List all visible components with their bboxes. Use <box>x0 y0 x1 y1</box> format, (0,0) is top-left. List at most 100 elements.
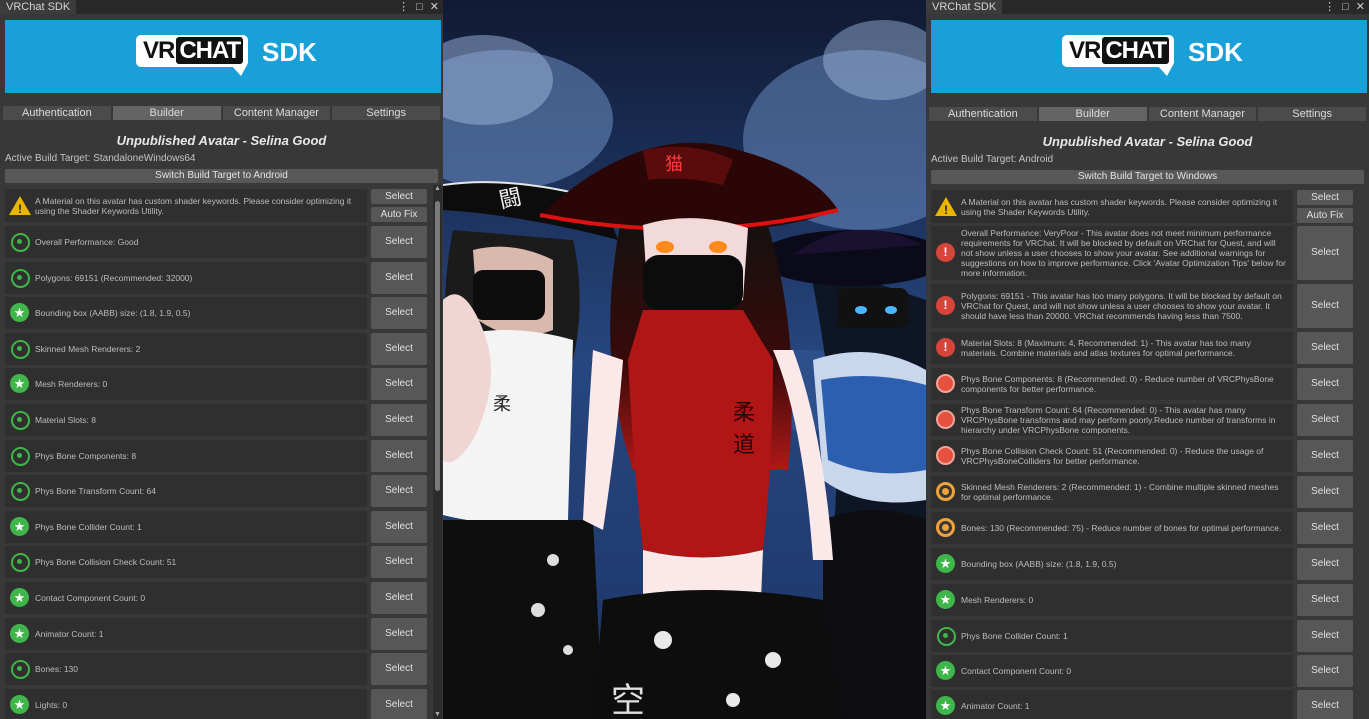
validation-row: ! Overall Performance: VeryPoor - This a… <box>931 226 1293 280</box>
warning-icon: ! <box>931 196 961 217</box>
validation-text: Phys Bone Transform Count: 64 <box>35 486 156 497</box>
avatar-title: Unpublished Avatar - Selina Good <box>1042 134 1253 149</box>
select-button[interactable]: Select <box>1297 404 1353 436</box>
validation-row: Phys Bone Collision Check Count: 51 (Rec… <box>931 440 1293 472</box>
auto-fix-button[interactable]: Auto Fix <box>1297 208 1353 223</box>
switch-build-target-button[interactable]: Switch Build Target to Android <box>5 169 438 183</box>
validation-row: Phys Bone Components: 8 (Recommended: 0)… <box>931 368 1293 400</box>
good-performance-icon <box>5 481 35 502</box>
select-button[interactable]: Select <box>1297 512 1353 544</box>
select-button[interactable]: Select <box>371 368 427 401</box>
select-button[interactable]: Select <box>1297 655 1353 687</box>
select-button[interactable]: Select <box>371 475 427 508</box>
sdk-banner: VR CHAT SDK <box>5 20 441 93</box>
validation-text: Overall Performance: VeryPoor - This ava… <box>961 228 1286 278</box>
validation-row: ★ Contact Component Count: 0 <box>931 655 1293 687</box>
kebab-menu-icon[interactable]: ⋮ <box>1324 1 1335 13</box>
validation-text: Material Slots: 8 <box>35 415 96 425</box>
logo-sdk: SDK <box>262 37 317 67</box>
nav-tabs: Authentication Builder Content Manager S… <box>929 107 1366 121</box>
switch-build-target-button[interactable]: Switch Build Target to Windows <box>931 170 1364 184</box>
left-shirt-glyph: 柔 <box>493 394 511 415</box>
validation-text: Animator Count: 1 <box>35 628 104 639</box>
sdk-panel-right: VRChat SDK ⋮ □ ✕ VR CHAT SDK Authentication… <box>926 0 1369 719</box>
validation-text: Mesh Renderers: 0 <box>35 379 108 390</box>
center-shirt-glyph-1: 柔 <box>733 401 755 426</box>
close-icon[interactable]: ✕ <box>430 1 439 13</box>
maximize-icon[interactable]: □ <box>1342 1 1349 13</box>
scrollbar[interactable]: ▲ ▼ <box>433 185 442 719</box>
tab-content-manager[interactable]: Content Manager <box>222 106 331 120</box>
validation-row: ★ Animator Count: 1 <box>5 617 367 650</box>
select-button[interactable]: Select <box>1297 476 1353 508</box>
poor-performance-icon <box>931 374 961 394</box>
excellent-performance-icon: ★ <box>931 661 961 681</box>
validation-row: ★ Bounding box (AABB) size: (1.8, 1.9, 0… <box>5 297 367 330</box>
select-button[interactable]: Select <box>1297 620 1353 652</box>
validation-row: Skinned Mesh Renderers: 2 (Recommended: … <box>931 476 1293 508</box>
poor-performance-icon <box>931 446 961 466</box>
select-button[interactable]: Select <box>371 404 427 436</box>
select-button[interactable]: Select <box>1297 548 1353 580</box>
validation-text: Skinned Mesh Renderers: 2 <box>35 343 141 354</box>
excellent-performance-icon: ★ <box>931 590 961 610</box>
logo-vr: VR <box>1069 37 1101 64</box>
window-tab-title[interactable]: VRChat SDK <box>0 0 77 14</box>
validation-row: ★ Mesh Renderers: 0 <box>5 368 367 401</box>
select-button[interactable]: Select <box>1297 690 1353 719</box>
select-button[interactable]: Select <box>1297 440 1353 472</box>
validation-row: Phys Bone Transform Count: 64 <box>5 475 367 508</box>
tab-settings[interactable]: Settings <box>1258 107 1366 121</box>
tab-settings[interactable]: Settings <box>332 106 440 120</box>
select-button[interactable]: Select <box>1297 332 1353 364</box>
validation-text: Phys Bone Components: 8 <box>35 450 137 461</box>
warning-select-button[interactable]: Select <box>371 189 427 204</box>
select-button[interactable]: Select <box>371 439 427 472</box>
window-tab-title[interactable]: VRChat SDK <box>926 0 1003 14</box>
tab-builder[interactable]: Builder <box>112 106 221 120</box>
validation-text: Bounding box (AABB) size: (1.8, 1.9, 0.5… <box>35 308 191 319</box>
select-button[interactable]: Select <box>1297 584 1353 616</box>
good-performance-icon <box>5 339 35 359</box>
medium-performance-icon <box>931 482 961 502</box>
select-button[interactable]: Select <box>371 297 427 330</box>
validation-text: Lights: 0 <box>35 699 68 710</box>
good-performance-icon <box>5 410 35 430</box>
sdk-banner: VR CHAT SDK <box>931 20 1367 93</box>
select-button[interactable]: Select <box>1297 368 1353 400</box>
excellent-performance-icon: ★ <box>931 554 961 574</box>
select-button[interactable]: Select <box>371 510 427 543</box>
select-button[interactable]: Select <box>371 582 427 614</box>
auto-fix-button[interactable]: Auto Fix <box>371 207 427 222</box>
warning-text: A Material on this avatar has custom sha… <box>961 196 1278 217</box>
window-tabbar: VRChat SDK ⋮ □ ✕ <box>926 0 1369 14</box>
select-button[interactable]: Select <box>371 617 427 650</box>
select-button[interactable]: Select <box>371 653 427 686</box>
select-button[interactable]: Select <box>371 546 427 579</box>
select-button[interactable]: Select <box>1297 284 1353 328</box>
tab-authentication[interactable]: Authentication <box>3 106 111 120</box>
maximize-icon[interactable]: □ <box>416 1 423 13</box>
validation-row: Material Slots: 8 <box>5 404 367 436</box>
validation-row: ! Polygons: 69151 - This avatar has too … <box>931 284 1293 328</box>
select-button[interactable]: Select <box>371 688 427 719</box>
excellent-performance-icon: ★ <box>5 374 35 394</box>
validation-row: Polygons: 69151 (Recommended: 32000) <box>5 261 367 294</box>
tab-content-manager[interactable]: Content Manager <box>1148 107 1257 121</box>
good-performance-icon <box>931 626 961 646</box>
warning-select-button[interactable]: Select <box>1297 190 1353 205</box>
validation-text: Phys Bone Collision Check Count: 51 (Rec… <box>961 446 1264 466</box>
validation-text: Phys Bone Components: 8 (Recommended: 0)… <box>961 374 1274 394</box>
select-button[interactable]: Select <box>371 261 427 294</box>
validation-text: Bones: 130 (Recommended: 75) - Reduce nu… <box>961 523 1282 533</box>
close-icon[interactable]: ✕ <box>1356 1 1365 13</box>
select-button[interactable]: Select <box>371 332 427 365</box>
select-button[interactable]: Select <box>371 226 427 258</box>
tab-authentication[interactable]: Authentication <box>929 107 1037 121</box>
validation-text: Phys Bone Collider Count: 1 <box>35 521 142 532</box>
validation-text: Animator Count: 1 <box>961 701 1030 711</box>
tab-builder[interactable]: Builder <box>1038 107 1147 121</box>
select-button[interactable]: Select <box>1297 226 1353 280</box>
scrollbar-thumb[interactable] <box>435 201 440 491</box>
kebab-menu-icon[interactable]: ⋮ <box>398 1 409 13</box>
